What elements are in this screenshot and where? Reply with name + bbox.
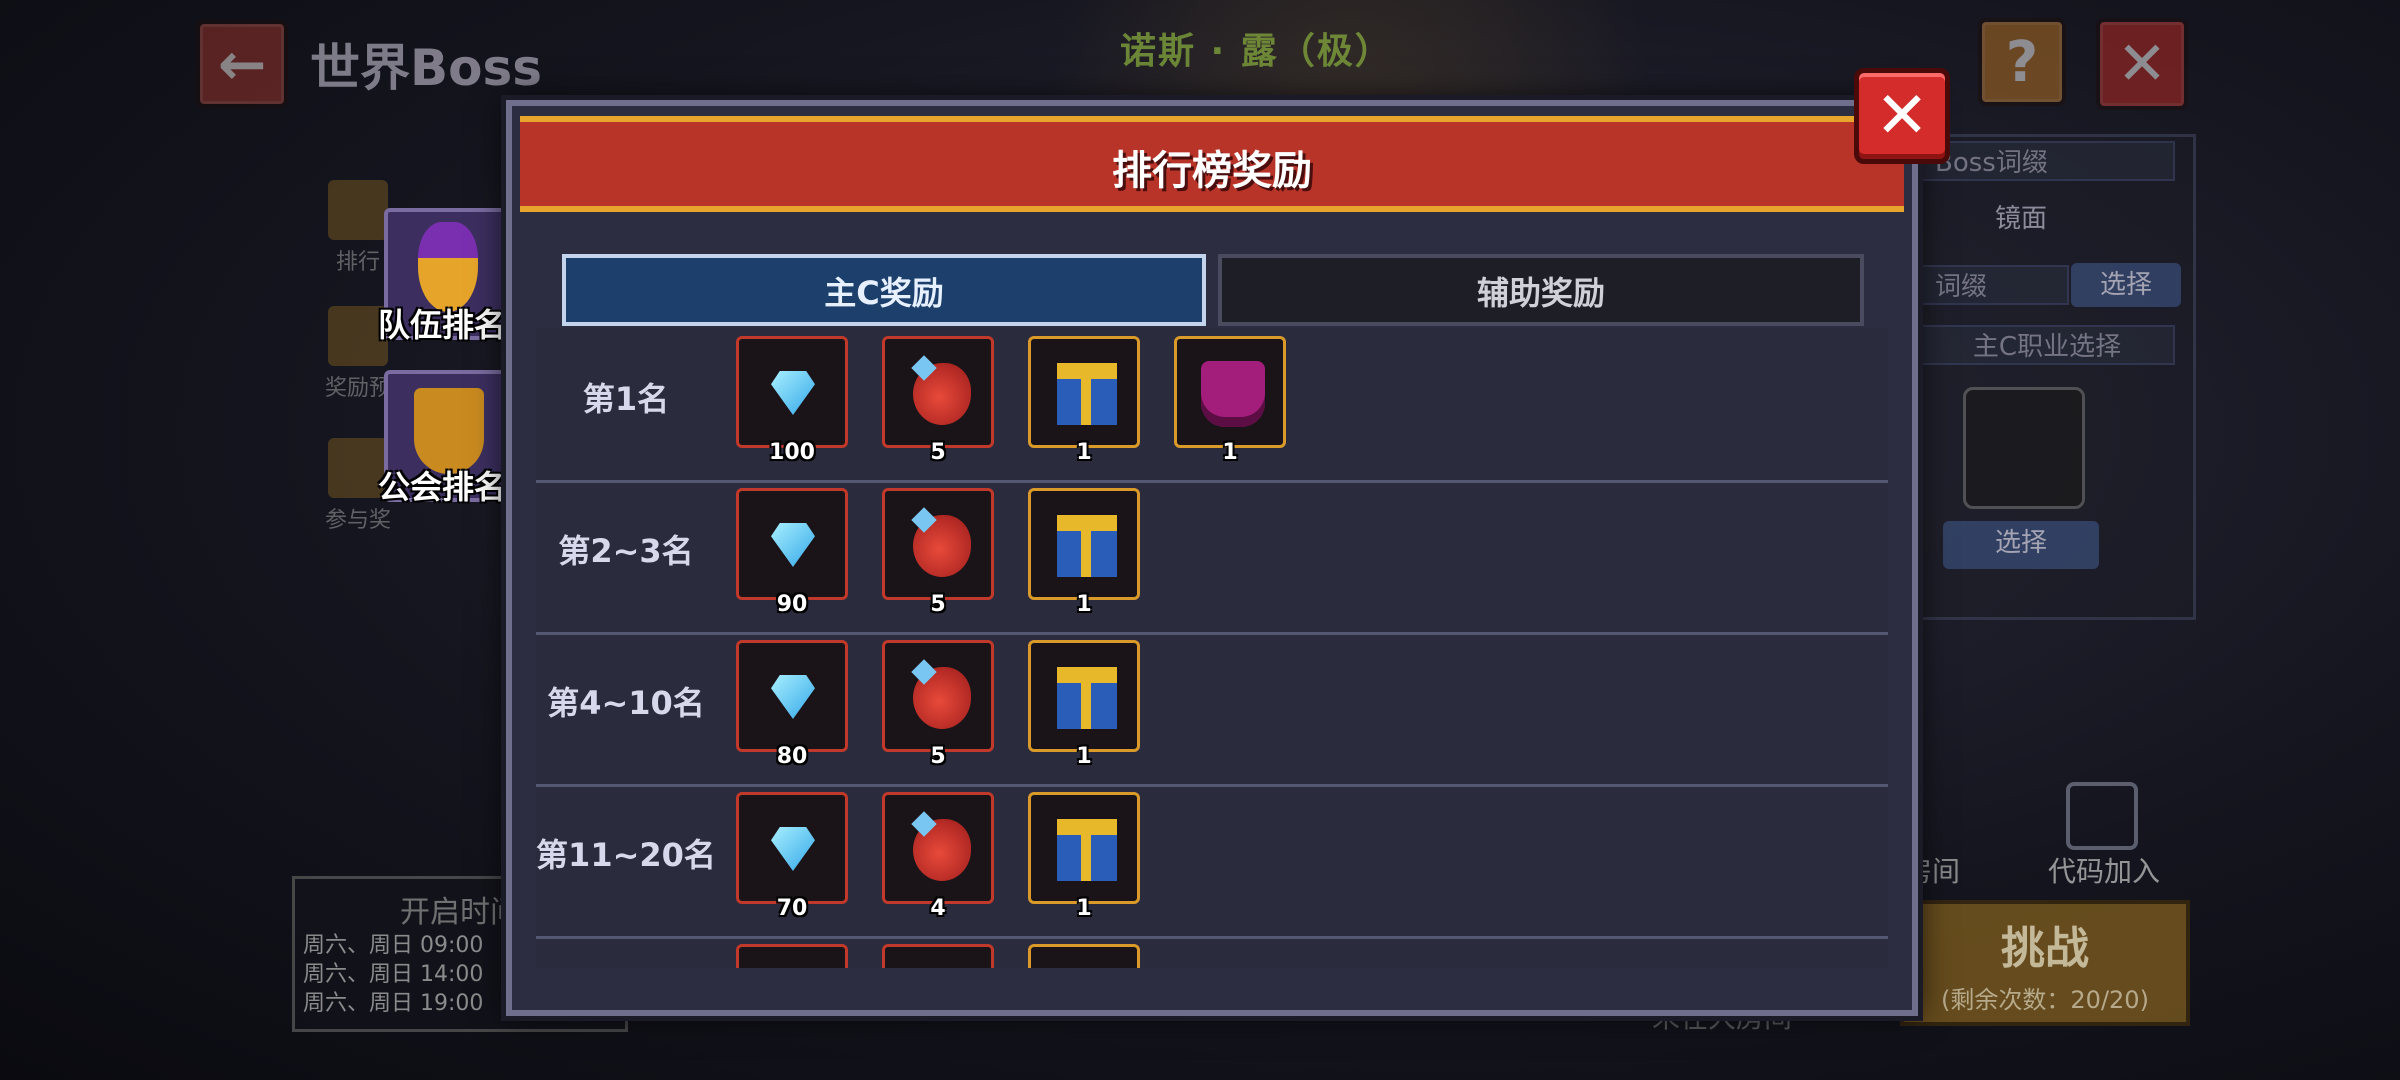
reward-item[interactable]: 1 bbox=[1028, 336, 1140, 465]
reward-count: 80 bbox=[776, 744, 808, 769]
affix-select-button[interactable]: 选择 bbox=[2071, 263, 2181, 307]
side-tab-label: 奖励预 bbox=[324, 376, 391, 401]
help-button[interactable]: ? bbox=[1978, 18, 2066, 106]
table-row: 第1名 100 5 1 1 bbox=[536, 328, 1888, 483]
treasure-chest-icon bbox=[1057, 515, 1117, 577]
reward-item[interactable] bbox=[1028, 944, 1140, 968]
reward-count: 1 bbox=[1222, 440, 1238, 465]
purple-armor-icon bbox=[1201, 361, 1265, 427]
team-rank-label: 队伍排名 bbox=[378, 306, 507, 344]
background-close-button[interactable]: ✕ bbox=[2096, 18, 2188, 110]
reward-count: 5 bbox=[930, 440, 946, 465]
reward-item[interactable]: 1 bbox=[1028, 792, 1140, 921]
code-icon bbox=[2066, 782, 2138, 850]
main-class-select-header: 主C职业选择 bbox=[1919, 325, 2175, 365]
reward-item[interactable]: 4 bbox=[882, 792, 994, 921]
back-button[interactable]: ← bbox=[196, 20, 288, 108]
challenge-label: 挑战 bbox=[2001, 923, 2089, 974]
diamond-icon bbox=[771, 523, 815, 567]
modal-close-button[interactable]: ✕ bbox=[1854, 68, 1950, 164]
treasure-chest-icon bbox=[1057, 363, 1117, 425]
treasure-chest-icon bbox=[1057, 667, 1117, 729]
reward-item[interactable]: 90 bbox=[736, 488, 848, 617]
rank-label: 第2~3名 bbox=[558, 532, 694, 570]
red-dragon-icon bbox=[913, 819, 971, 881]
rank-label: 第11~20名 bbox=[536, 836, 716, 874]
red-dragon-icon bbox=[913, 515, 971, 577]
side-tab-label: 排行 bbox=[335, 250, 380, 275]
reward-item[interactable] bbox=[882, 944, 994, 968]
reward-count: 4 bbox=[930, 896, 946, 921]
table-row: 第4~10名 80 5 1 bbox=[536, 632, 1888, 787]
arrow-left-icon: ← bbox=[217, 30, 267, 98]
reward-item[interactable]: 100 bbox=[736, 336, 848, 465]
leaderboard-rewards-modal: 排行榜奖励 主C奖励 辅助奖励 第1名 100 5 1 1 第2~3名 90 5… bbox=[506, 100, 1918, 1016]
diamond-icon bbox=[771, 675, 815, 719]
question-icon: ? bbox=[2005, 29, 2039, 95]
reward-count: 5 bbox=[930, 744, 946, 769]
diamond-icon bbox=[771, 371, 815, 415]
table-row bbox=[536, 936, 1888, 968]
reward-count: 1 bbox=[1076, 896, 1092, 921]
challenge-button[interactable]: 挑战 (剩余次数：20/20) bbox=[1900, 900, 2190, 1026]
tab-support-rewards[interactable]: 辅助奖励 bbox=[1218, 254, 1864, 326]
reward-count: 100 bbox=[769, 440, 815, 465]
close-icon: ✕ bbox=[2116, 29, 2168, 99]
rank-label: 第1名 bbox=[582, 380, 670, 418]
close-icon: ✕ bbox=[1875, 79, 1929, 153]
modal-title: 排行榜奖励 bbox=[1112, 148, 1312, 194]
reward-item[interactable]: 1 bbox=[1028, 640, 1140, 769]
boss-settings-panel: Boss词缀 镜面 词缀 选择 主C职业选择 选择 bbox=[1904, 134, 2196, 620]
mirror-affix: 镜面 bbox=[1995, 204, 2048, 234]
reward-count: 1 bbox=[1076, 592, 1092, 617]
reward-count: 70 bbox=[776, 896, 808, 921]
class-slot[interactable] bbox=[1963, 387, 2085, 509]
table-row: 第11~20名 70 4 1 bbox=[536, 784, 1888, 939]
red-dragon-icon bbox=[913, 363, 971, 425]
trophy-icon bbox=[328, 180, 388, 240]
reward-item[interactable]: 1 bbox=[1174, 336, 1286, 465]
reward-item[interactable]: 5 bbox=[882, 488, 994, 617]
code-join-button[interactable]: 代码加入 bbox=[2048, 850, 2160, 890]
reward-item[interactable]: 80 bbox=[736, 640, 848, 769]
boss-affix-header: Boss词缀 bbox=[1919, 141, 2175, 181]
boss-name: 诺斯 · 露（极） bbox=[1120, 31, 1393, 72]
reward-item[interactable]: 5 bbox=[882, 336, 994, 465]
medal-icon bbox=[418, 222, 478, 312]
reward-count: 1 bbox=[1076, 744, 1092, 769]
reward-count: 90 bbox=[776, 592, 808, 617]
page-title: 世界Boss bbox=[310, 39, 542, 97]
reward-item[interactable]: 70 bbox=[736, 792, 848, 921]
reward-item[interactable]: 5 bbox=[882, 640, 994, 769]
reward-item[interactable]: 1 bbox=[1028, 488, 1140, 617]
diamond-icon bbox=[771, 827, 815, 871]
guild-rank-label: 公会排名 bbox=[378, 468, 507, 506]
class-select-button[interactable]: 选择 bbox=[1943, 521, 2099, 569]
affix-field[interactable]: 词缀 bbox=[1919, 265, 2069, 305]
modal-header: 排行榜奖励 bbox=[520, 116, 1904, 212]
treasure-chest-icon bbox=[1057, 819, 1117, 881]
red-dragon-icon bbox=[913, 667, 971, 729]
remaining-count: (剩余次数：20/20) bbox=[1941, 986, 2149, 1014]
side-tab-label: 参与奖 bbox=[324, 508, 391, 533]
rank-label: 第4~10名 bbox=[547, 684, 705, 722]
reward-count: 5 bbox=[930, 592, 946, 617]
table-row: 第2~3名 90 5 1 bbox=[536, 480, 1888, 635]
reward-count: 1 bbox=[1076, 440, 1092, 465]
tab-main-c-rewards[interactable]: 主C奖励 bbox=[562, 254, 1206, 326]
reward-item[interactable] bbox=[736, 944, 848, 968]
rewards-table[interactable]: 第1名 100 5 1 1 第2~3名 90 5 1 第4~10名 80 5 1… bbox=[536, 328, 1888, 968]
